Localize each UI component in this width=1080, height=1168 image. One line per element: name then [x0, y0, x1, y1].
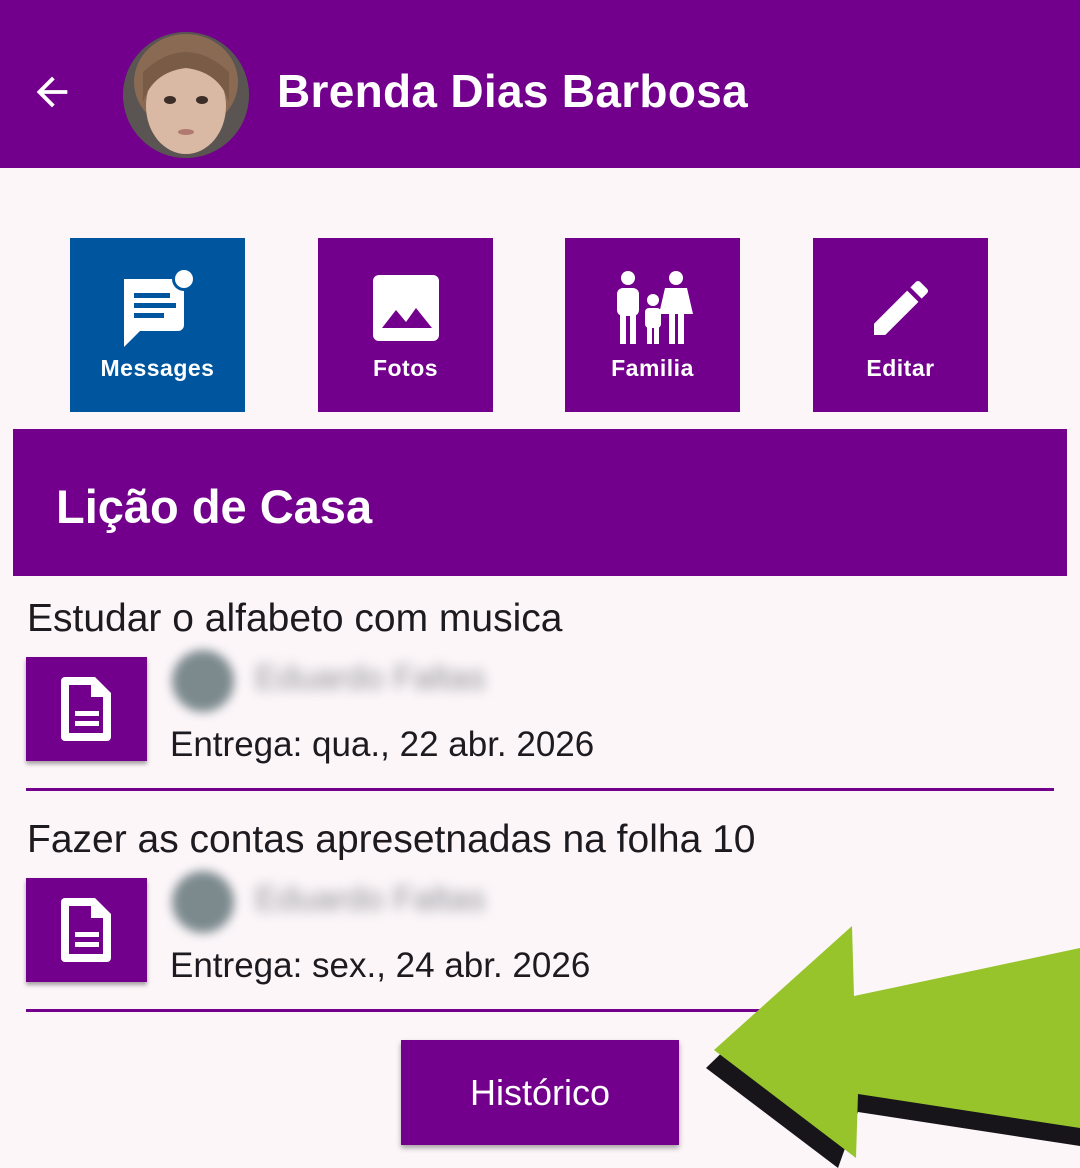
document-icon: [60, 677, 111, 741]
message-icon: [123, 267, 196, 347]
tile-messages[interactable]: Messages: [70, 238, 245, 412]
teacher-name: Eduardo Faltas: [255, 880, 486, 918]
tile-familia[interactable]: Familia: [565, 238, 740, 412]
arrow-back-icon: [36, 76, 68, 108]
homework-title: Fazer as contas apresetnadas na folha 10: [27, 818, 756, 861]
due-date: Entrega: sex., 24 abr. 2026: [170, 946, 591, 985]
section-title: Lição de Casa: [56, 480, 373, 533]
tile-messages-label: Messages: [100, 355, 215, 381]
back-button[interactable]: [22, 62, 82, 122]
tile-fotos[interactable]: Fotos: [318, 238, 493, 412]
image-icon: [372, 275, 439, 341]
tile-familia-label: Familia: [611, 355, 694, 381]
avatar[interactable]: [123, 32, 249, 158]
divider: [26, 788, 1054, 791]
pointer-arrow-icon: [706, 926, 1080, 1168]
history-button[interactable]: Histórico: [401, 1040, 679, 1145]
list-item[interactable]: Estudar o alfabeto com musica Eduardo Fa…: [0, 597, 1080, 817]
section-header: Lição de Casa: [13, 429, 1067, 576]
tile-editar[interactable]: Editar: [813, 238, 988, 412]
teacher-avatar: [172, 650, 234, 712]
pencil-icon: [873, 280, 928, 335]
document-button[interactable]: [26, 878, 147, 982]
family-icon: [616, 271, 693, 344]
tile-fotos-label: Fotos: [372, 355, 439, 381]
due-date: Entrega: qua., 22 abr. 2026: [170, 725, 595, 764]
homework-title: Estudar o alfabeto com musica: [27, 597, 563, 640]
app-bar: Brenda Dias Barbosa: [0, 0, 1080, 168]
tile-editar-label: Editar: [866, 355, 935, 381]
teacher-name: Eduardo Faltas: [255, 659, 486, 697]
page-title: Brenda Dias Barbosa: [277, 65, 748, 117]
document-icon: [60, 898, 111, 962]
document-button[interactable]: [26, 657, 147, 761]
teacher-avatar: [172, 871, 234, 933]
